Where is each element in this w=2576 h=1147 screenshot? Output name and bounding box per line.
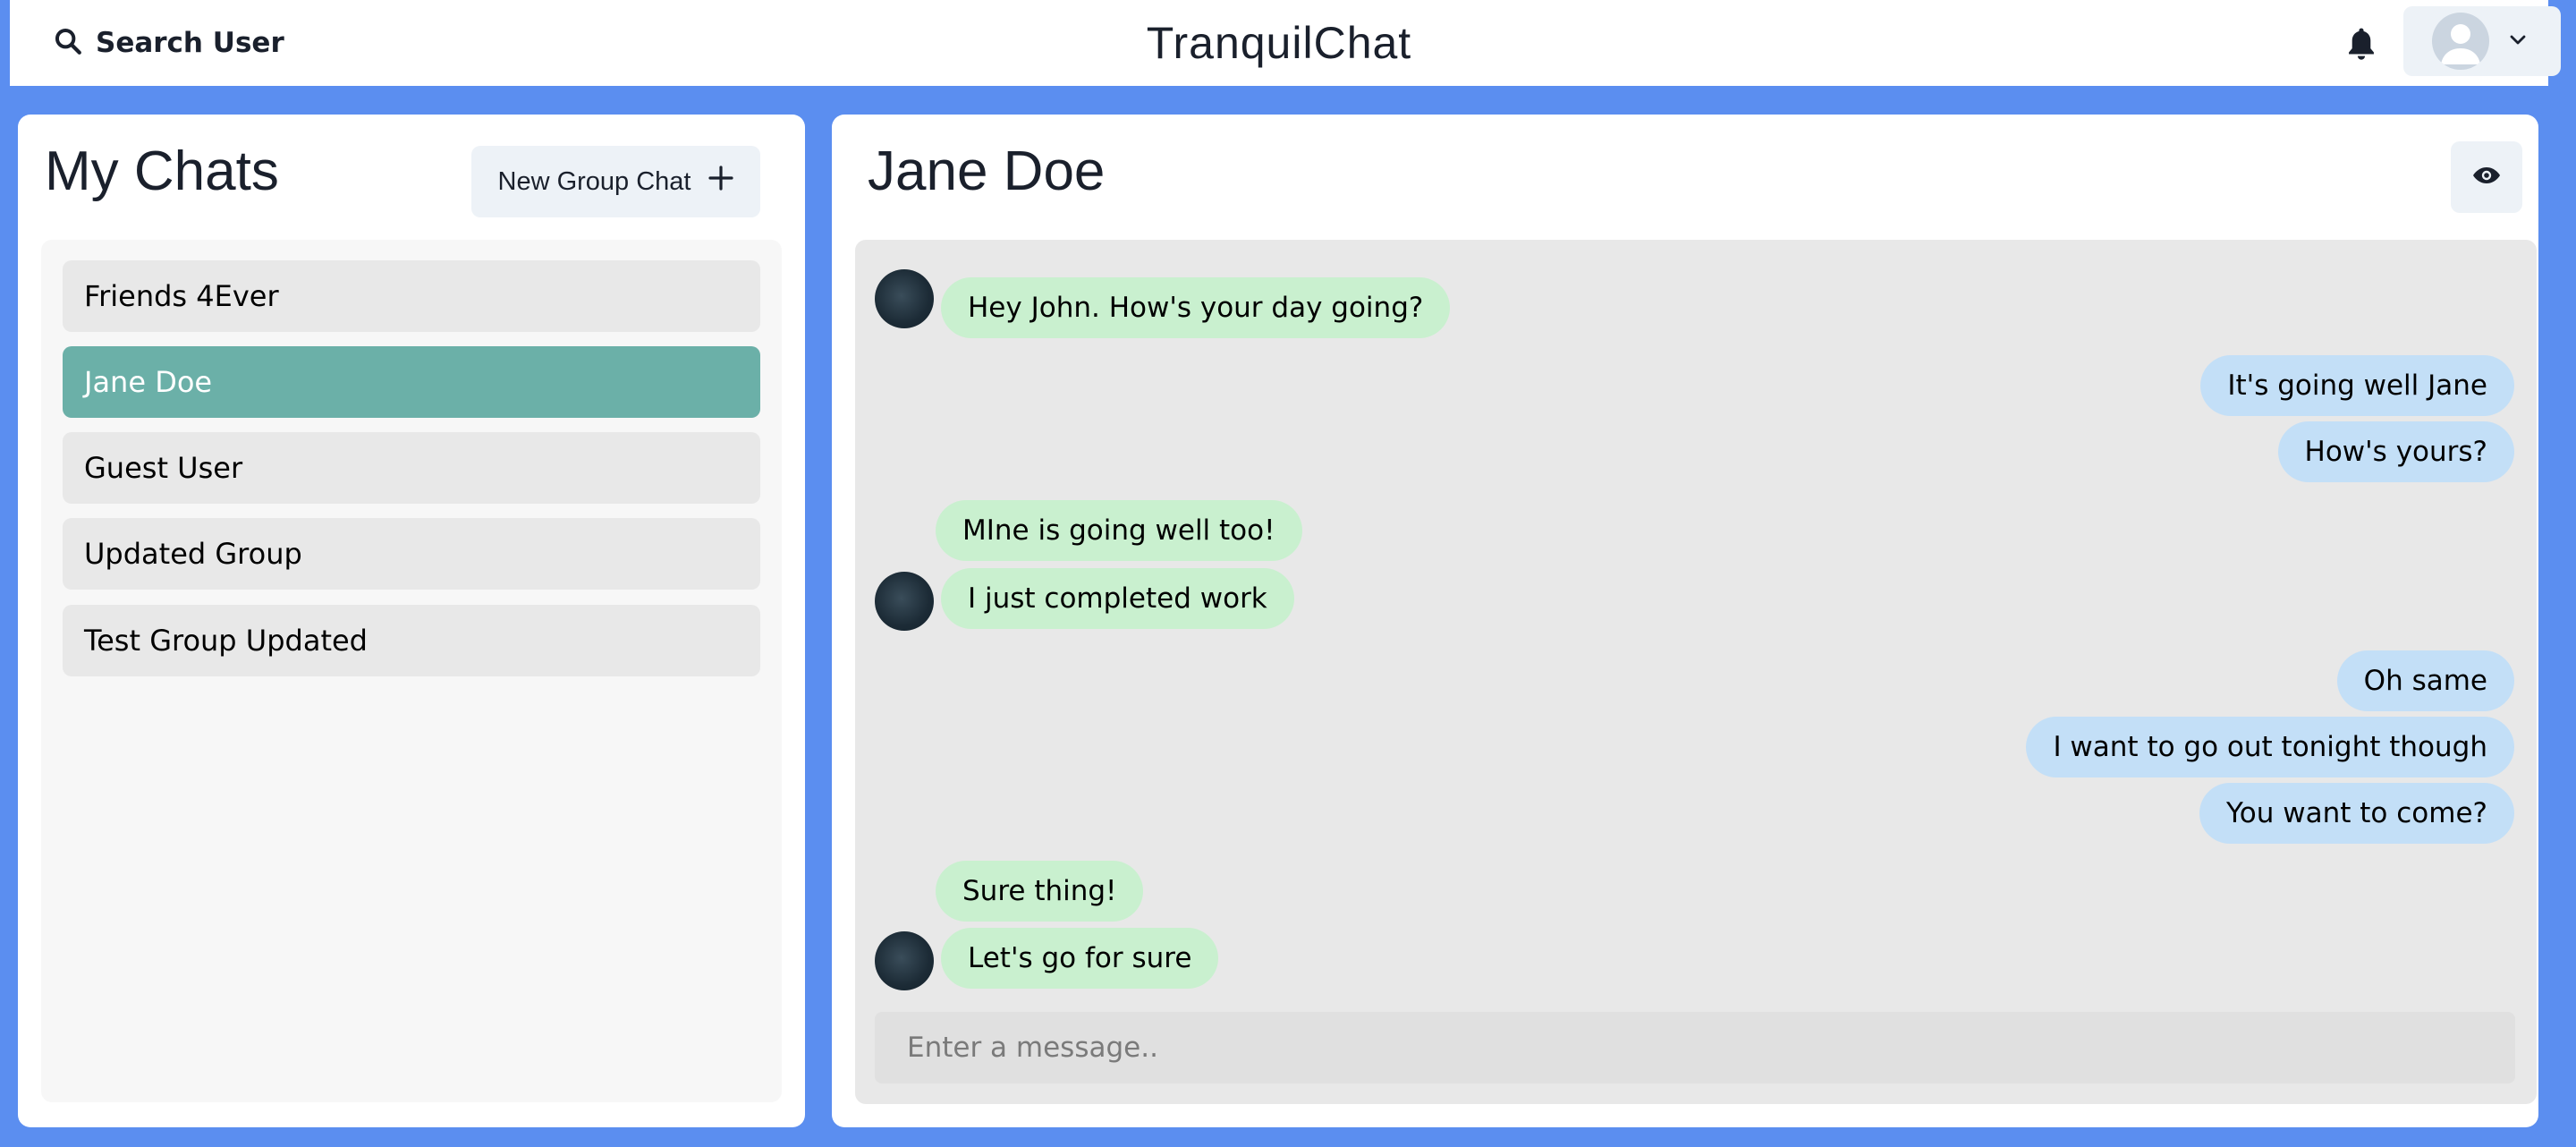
sender-avatar (875, 931, 934, 990)
chat-item-guest-user[interactable]: Guest User (63, 432, 760, 504)
bell-icon[interactable] (2341, 23, 2382, 64)
chevron-down-icon (2509, 33, 2527, 50)
message-outgoing: You want to come? (2199, 783, 2514, 844)
chat-item-jane-doe[interactable]: Jane Doe (63, 346, 760, 418)
search-icon (53, 26, 83, 60)
message-incoming: MIne is going well too! (936, 500, 1302, 561)
message-incoming: Let's go for sure (941, 928, 1219, 989)
top-bar: Search User TranquilChat (10, 0, 2561, 86)
search-user-button[interactable]: Search User (53, 0, 284, 86)
message-incoming: Sure thing! (936, 861, 1144, 922)
message-input[interactable] (875, 1012, 2515, 1083)
chat-item-updated-group[interactable]: Updated Group (63, 518, 760, 590)
new-group-chat-button[interactable]: New Group Chat (471, 146, 760, 217)
app-title: TranquilChat (1146, 18, 1412, 68)
chat-item-friends-4ever[interactable]: Friends 4Ever (63, 260, 760, 332)
search-user-label: Search User (96, 27, 284, 59)
sender-avatar (875, 269, 934, 328)
chat-title: Jane Doe (868, 140, 1106, 202)
message-incoming: Hey John. How's your day going? (941, 277, 1451, 338)
user-avatar-icon (2432, 13, 2489, 70)
message-outgoing: It's going well Jane (2200, 355, 2514, 416)
new-group-chat-label: New Group Chat (497, 166, 691, 196)
view-profile-button[interactable] (2451, 141, 2522, 213)
message-incoming: I just completed work (941, 568, 1294, 629)
profile-menu-button[interactable] (2403, 6, 2561, 76)
eye-icon (2471, 165, 2502, 190)
plus-icon (708, 165, 734, 199)
sender-avatar (875, 572, 934, 631)
message-outgoing: How's yours? (2277, 421, 2514, 482)
my-chats-title: My Chats (45, 140, 279, 202)
message-outgoing: Oh same (2336, 650, 2514, 711)
chat-item-test-group-updated[interactable]: Test Group Updated (63, 605, 760, 676)
message-outgoing: I want to go out tonight though (2026, 717, 2514, 777)
